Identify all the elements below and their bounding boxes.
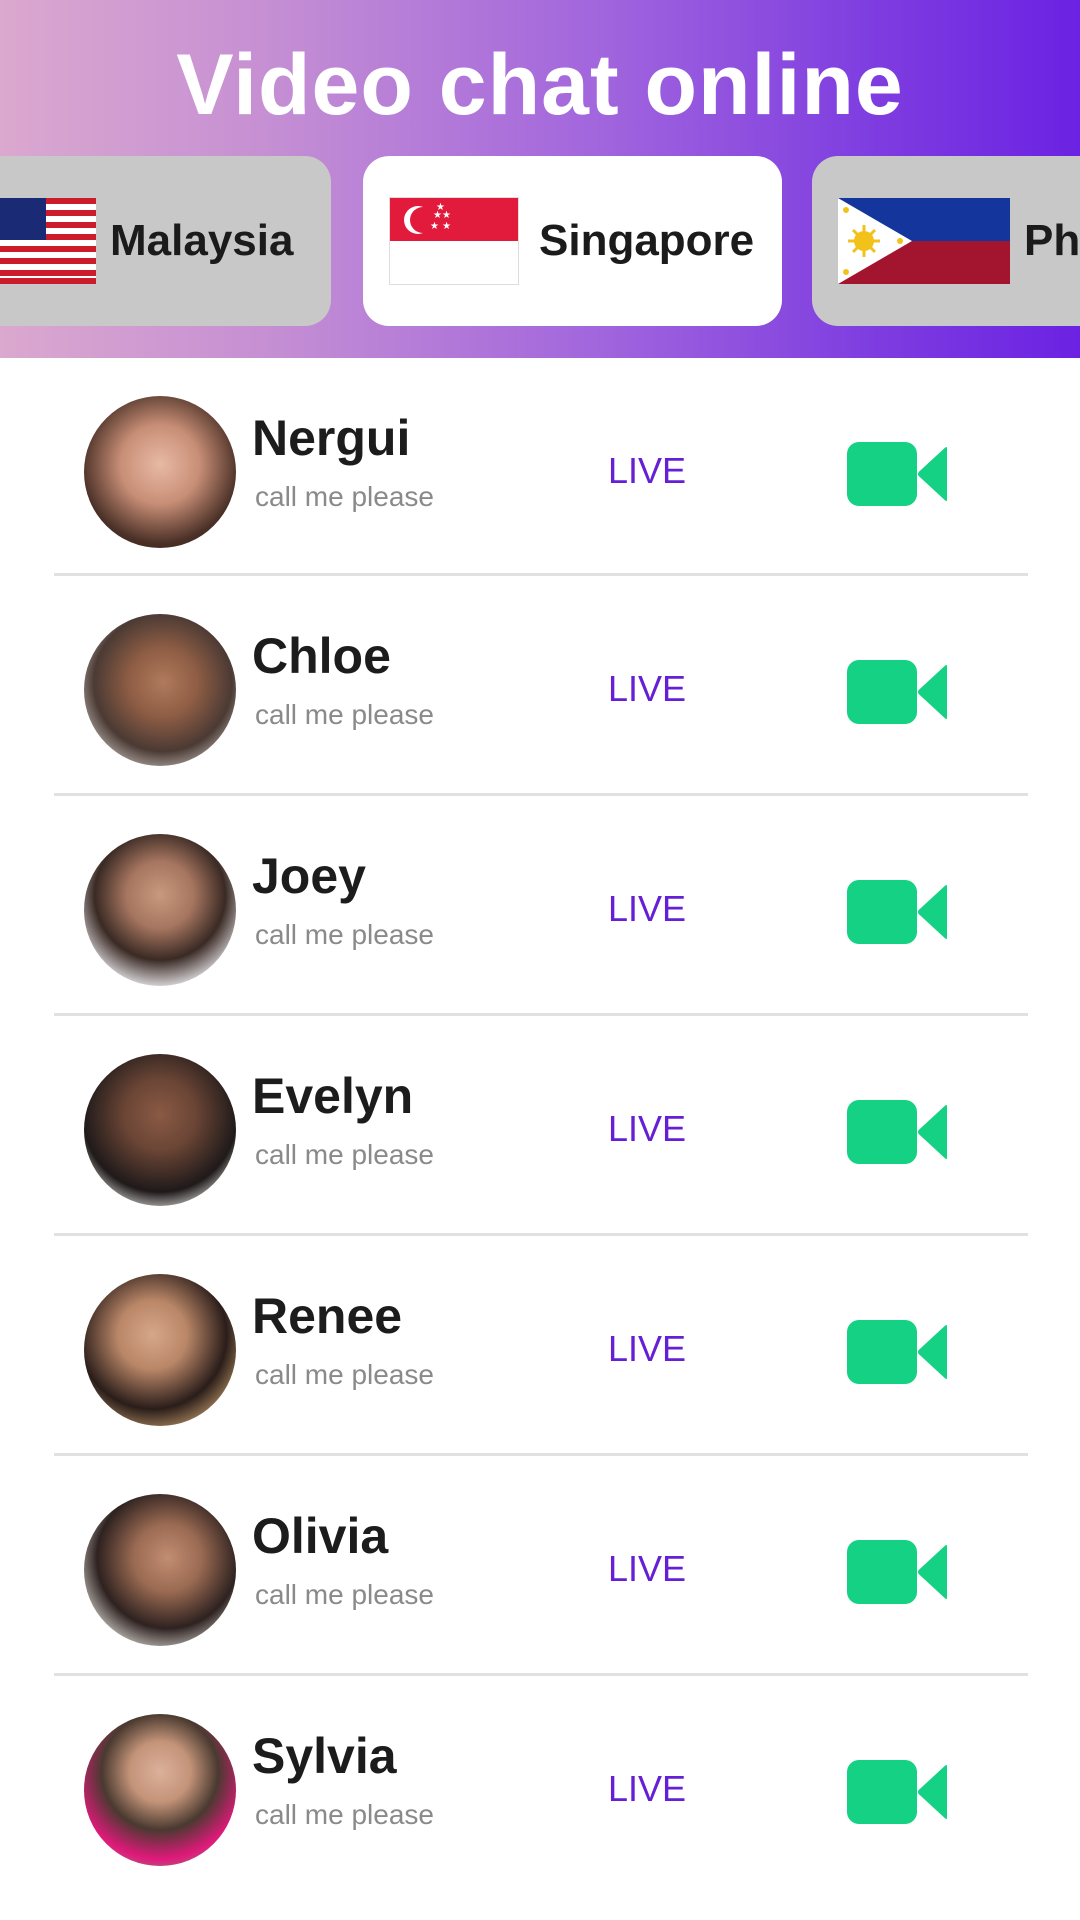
user-subtitle: call me please bbox=[255, 699, 434, 730]
user-subtitle: call me please bbox=[255, 1139, 434, 1170]
list-item[interactable]: Sylvia call me please LIVE bbox=[54, 1676, 1028, 1896]
user-name: Renee bbox=[252, 1288, 403, 1344]
status-badge: LIVE bbox=[608, 1548, 687, 1589]
list-item[interactable]: Olivia call me please LIVE bbox=[54, 1456, 1028, 1676]
video-camera-icon[interactable] bbox=[847, 1540, 947, 1604]
user-subtitle: call me please bbox=[255, 919, 434, 950]
tab-label: Malaysia bbox=[110, 216, 294, 265]
tab-label: Ph bbox=[1024, 216, 1080, 265]
list-item[interactable]: Chloe call me please LIVE bbox=[54, 576, 1028, 796]
avatar[interactable] bbox=[84, 1274, 236, 1426]
user-name: Evelyn bbox=[252, 1068, 414, 1124]
video-camera-icon[interactable] bbox=[847, 880, 947, 944]
status-badge: LIVE bbox=[608, 450, 687, 491]
svg-text:★ ★: ★ ★ bbox=[430, 221, 451, 232]
user-name: Joey bbox=[252, 848, 366, 904]
status-badge: LIVE bbox=[608, 1328, 687, 1369]
tab-label: Singapore bbox=[539, 216, 755, 265]
malaysia-flag-icon bbox=[0, 198, 96, 284]
header: Video chat online Malaysia ★★ ★ ★ ★ Sing… bbox=[0, 0, 1080, 358]
svg-text:★: ★ bbox=[436, 202, 445, 213]
list-item[interactable]: Renee call me please LIVE bbox=[54, 1236, 1028, 1456]
avatar[interactable] bbox=[84, 834, 236, 986]
avatar[interactable] bbox=[84, 614, 236, 766]
avatar[interactable] bbox=[84, 1054, 236, 1206]
user-subtitle: call me please bbox=[255, 481, 434, 512]
video-camera-icon[interactable] bbox=[847, 660, 947, 724]
user-subtitle: call me please bbox=[255, 1799, 434, 1830]
user-name: Sylvia bbox=[252, 1728, 397, 1784]
status-badge: LIVE bbox=[608, 668, 687, 709]
list-item[interactable]: Evelyn call me please LIVE bbox=[54, 1016, 1028, 1236]
philippines-flag-icon bbox=[838, 198, 1010, 284]
avatar[interactable] bbox=[84, 396, 236, 548]
user-subtitle: call me please bbox=[255, 1579, 434, 1610]
user-name: Nergui bbox=[252, 410, 411, 466]
page-title: Video chat online bbox=[176, 37, 904, 133]
status-badge: LIVE bbox=[608, 1108, 687, 1149]
status-badge: LIVE bbox=[608, 888, 687, 929]
avatar[interactable] bbox=[84, 1714, 236, 1866]
video-camera-icon[interactable] bbox=[847, 1320, 947, 1384]
video-camera-icon[interactable] bbox=[847, 442, 947, 506]
singapore-flag-icon: ★★ ★ ★ ★ bbox=[389, 197, 519, 285]
list-item[interactable]: Joey call me please LIVE bbox=[54, 796, 1028, 1016]
tab-singapore[interactable]: ★★ ★ ★ ★ Singapore bbox=[363, 156, 782, 326]
list-item[interactable]: Nergui call me please LIVE bbox=[54, 358, 1028, 576]
tab-philippines[interactable]: Ph bbox=[812, 156, 1080, 326]
status-badge: LIVE bbox=[608, 1768, 687, 1809]
user-name: Chloe bbox=[252, 628, 391, 684]
tab-malaysia[interactable]: Malaysia bbox=[0, 156, 331, 326]
avatar[interactable] bbox=[84, 1494, 236, 1646]
video-camera-icon[interactable] bbox=[847, 1760, 947, 1824]
video-camera-icon[interactable] bbox=[847, 1100, 947, 1164]
user-subtitle: call me please bbox=[255, 1359, 434, 1390]
user-name: Olivia bbox=[252, 1508, 389, 1564]
